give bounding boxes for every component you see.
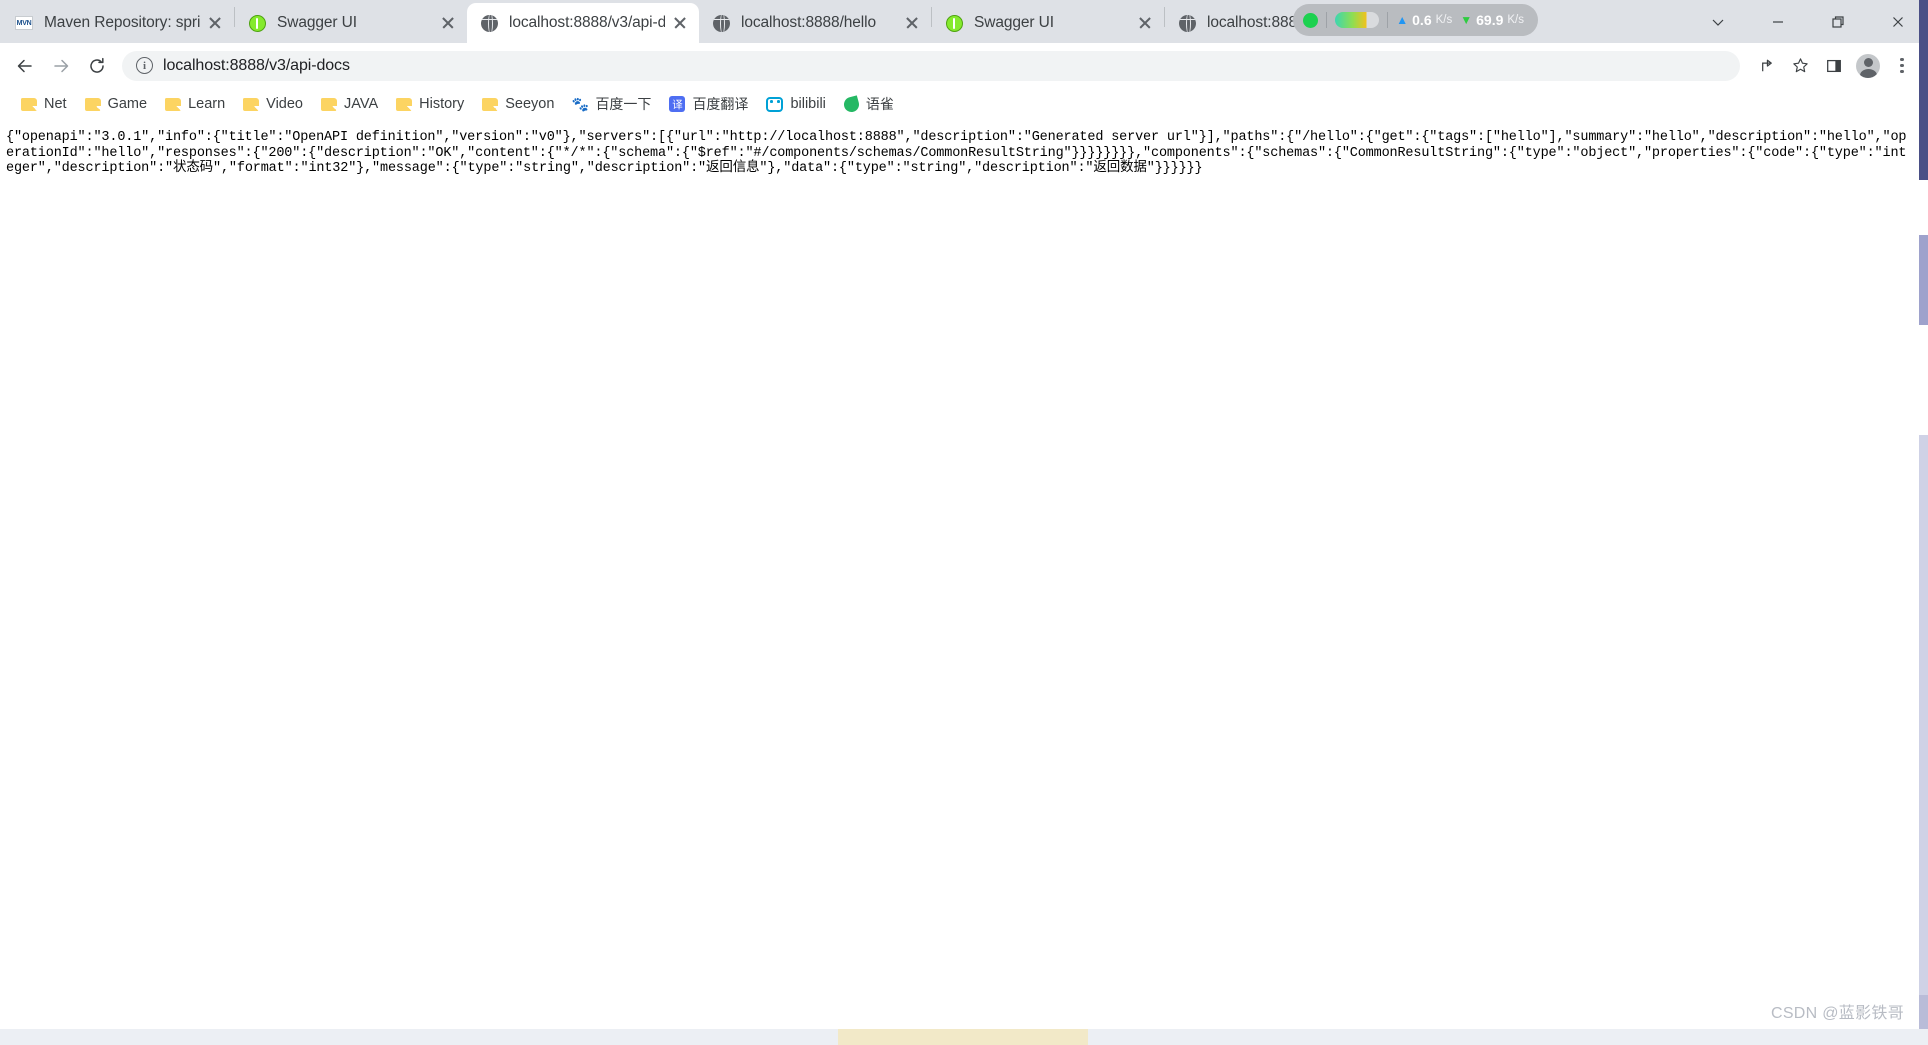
minimize-button[interactable] [1748,0,1808,43]
browser-tab-hello[interactable]: localhost:8888/hello [699,3,931,43]
bookmark-label: 语雀 [865,96,894,112]
arrow-down-icon: ▼ [1460,13,1473,27]
window-controls [1688,0,1928,43]
swagger-icon [944,13,964,33]
fanyi-icon: 译 [669,96,686,112]
star-icon[interactable] [1784,50,1816,82]
watermark: CSDN @蓝影铁哥 [1770,1005,1904,1022]
globe-icon [711,13,731,33]
globe-icon [479,13,499,33]
tab-close-icon[interactable] [669,12,691,34]
browser-window: MVN Maven Repository: springdoc- Swagger… [0,0,1928,1045]
baidu-icon: 🐾 [571,96,590,112]
status-dot-icon [1303,12,1319,28]
download-speed-unit: K/s [1507,14,1524,26]
bookmark-label: Seeyon [505,96,555,112]
bookmark-game[interactable]: Game [76,92,157,116]
tab-close-icon[interactable] [437,12,459,34]
window-right-edge [1919,0,1928,1045]
bookmark-learn[interactable]: Learn [156,92,234,116]
bookmark-label: Net [44,96,67,112]
tab-title: localhost:8888/hello [741,14,877,31]
bookmark-label: JAVA [344,96,379,112]
tab-title: Swagger UI [974,14,1054,31]
network-speed-widget[interactable]: ▲ 0.6 K/s ▼ 69.9 K/s [1293,4,1538,36]
tab-title: Swagger UI [277,14,357,31]
tab-title: localhost:8888/v3/api-docs [509,14,665,31]
bookmark-baidu-fanyi[interactable]: 译 百度翻译 [660,90,757,118]
site-info-icon[interactable]: i [136,57,153,74]
bookmark-java[interactable]: JAVA [312,92,387,116]
edge-segment [1919,235,1928,325]
maven-icon: MVN [14,13,34,33]
tab-title: Maven Repository: springdoc- [44,14,200,31]
bookmark-bilibili[interactable]: bilibili [757,92,834,116]
arrow-up-icon: ▲ [1396,13,1409,27]
folder-icon [243,97,260,111]
info-glyph: i [142,59,147,72]
kebab-menu-icon[interactable] [1886,50,1918,82]
address-bar[interactable]: i localhost:8888/v3/api-docs [122,50,1740,81]
speed-gauge-icon [1335,12,1380,28]
folder-icon [396,97,413,111]
bookmark-label: 百度翻译 [692,96,749,112]
folder-icon [84,97,101,111]
folder-icon [21,97,37,111]
reload-button[interactable] [80,49,114,83]
bookmark-label: 百度一下 [595,96,652,112]
yuque-icon [842,94,861,114]
edge-segment [1919,180,1928,235]
edge-segment [1919,435,1928,995]
share-icon[interactable] [1750,50,1782,82]
bookmarks-bar: Net Game Learn Video JAVA History Seeyon… [0,88,1928,121]
bookmark-label: History [419,96,465,112]
maximize-button[interactable] [1808,0,1868,43]
forward-button[interactable] [44,49,78,83]
url-text: localhost:8888/v3/api-docs [163,56,350,74]
browser-toolbar: i localhost:8888/v3/api-docs [0,43,1928,88]
divider [1387,12,1389,28]
browser-tab-swagger-ui-1[interactable]: Swagger UI [235,3,467,43]
tab-close-icon[interactable] [1134,12,1156,34]
side-panel-icon[interactable] [1818,50,1850,82]
bookmark-net[interactable]: Net [12,92,76,116]
folder-icon [321,97,337,111]
upload-speed-unit: K/s [1435,14,1453,26]
bookmark-history[interactable]: History [387,92,473,116]
bookmark-label: Video [266,96,303,112]
divider [1326,12,1328,28]
edge-segment [1919,0,1928,180]
bookmark-baidu[interactable]: 🐾 百度一下 [563,90,660,118]
browser-tab-swagger-ui-2[interactable]: Swagger UI [932,3,1164,43]
browser-tab-api-docs[interactable]: localhost:8888/v3/api-docs [467,3,699,43]
globe-icon [1177,13,1197,33]
back-button[interactable] [8,49,42,83]
upload-speed-value: 0.6 [1412,12,1432,28]
page-content: {"openapi":"3.0.1","info":{"title":"Open… [0,121,1928,1045]
bookmark-label: Game [107,96,148,112]
upload-speed: ▲ 0.6 K/s [1396,12,1452,28]
bookmark-seeyon[interactable]: Seeyon [473,92,563,116]
bilibili-icon [766,96,784,112]
folder-icon [482,97,499,111]
bookmark-label: Learn [188,96,226,112]
bookmark-yuque[interactable]: 语雀 [835,90,903,118]
tab-close-icon[interactable] [901,12,923,34]
tab-close-icon[interactable] [204,12,226,34]
bookmark-video[interactable]: Video [234,92,312,116]
folder-icon [165,97,182,111]
toolbar-actions [1750,50,1918,82]
api-docs-json: {"openapi":"3.0.1","info":{"title":"Open… [6,130,1907,177]
bottom-accent [838,1029,1088,1045]
swagger-icon [247,13,267,33]
chevron-down-icon[interactable] [1688,0,1748,43]
browser-tab-maven-repository[interactable]: MVN Maven Repository: springdoc- [2,3,234,43]
download-speed-value: 69.9 [1476,12,1504,28]
edge-segment [1919,325,1928,435]
avatar-icon[interactable] [1852,50,1884,82]
download-speed: ▼ 69.9 K/s [1460,12,1524,28]
tab-strip: MVN Maven Repository: springdoc- Swagger… [0,0,1928,43]
bookmark-label: bilibili [790,96,826,112]
